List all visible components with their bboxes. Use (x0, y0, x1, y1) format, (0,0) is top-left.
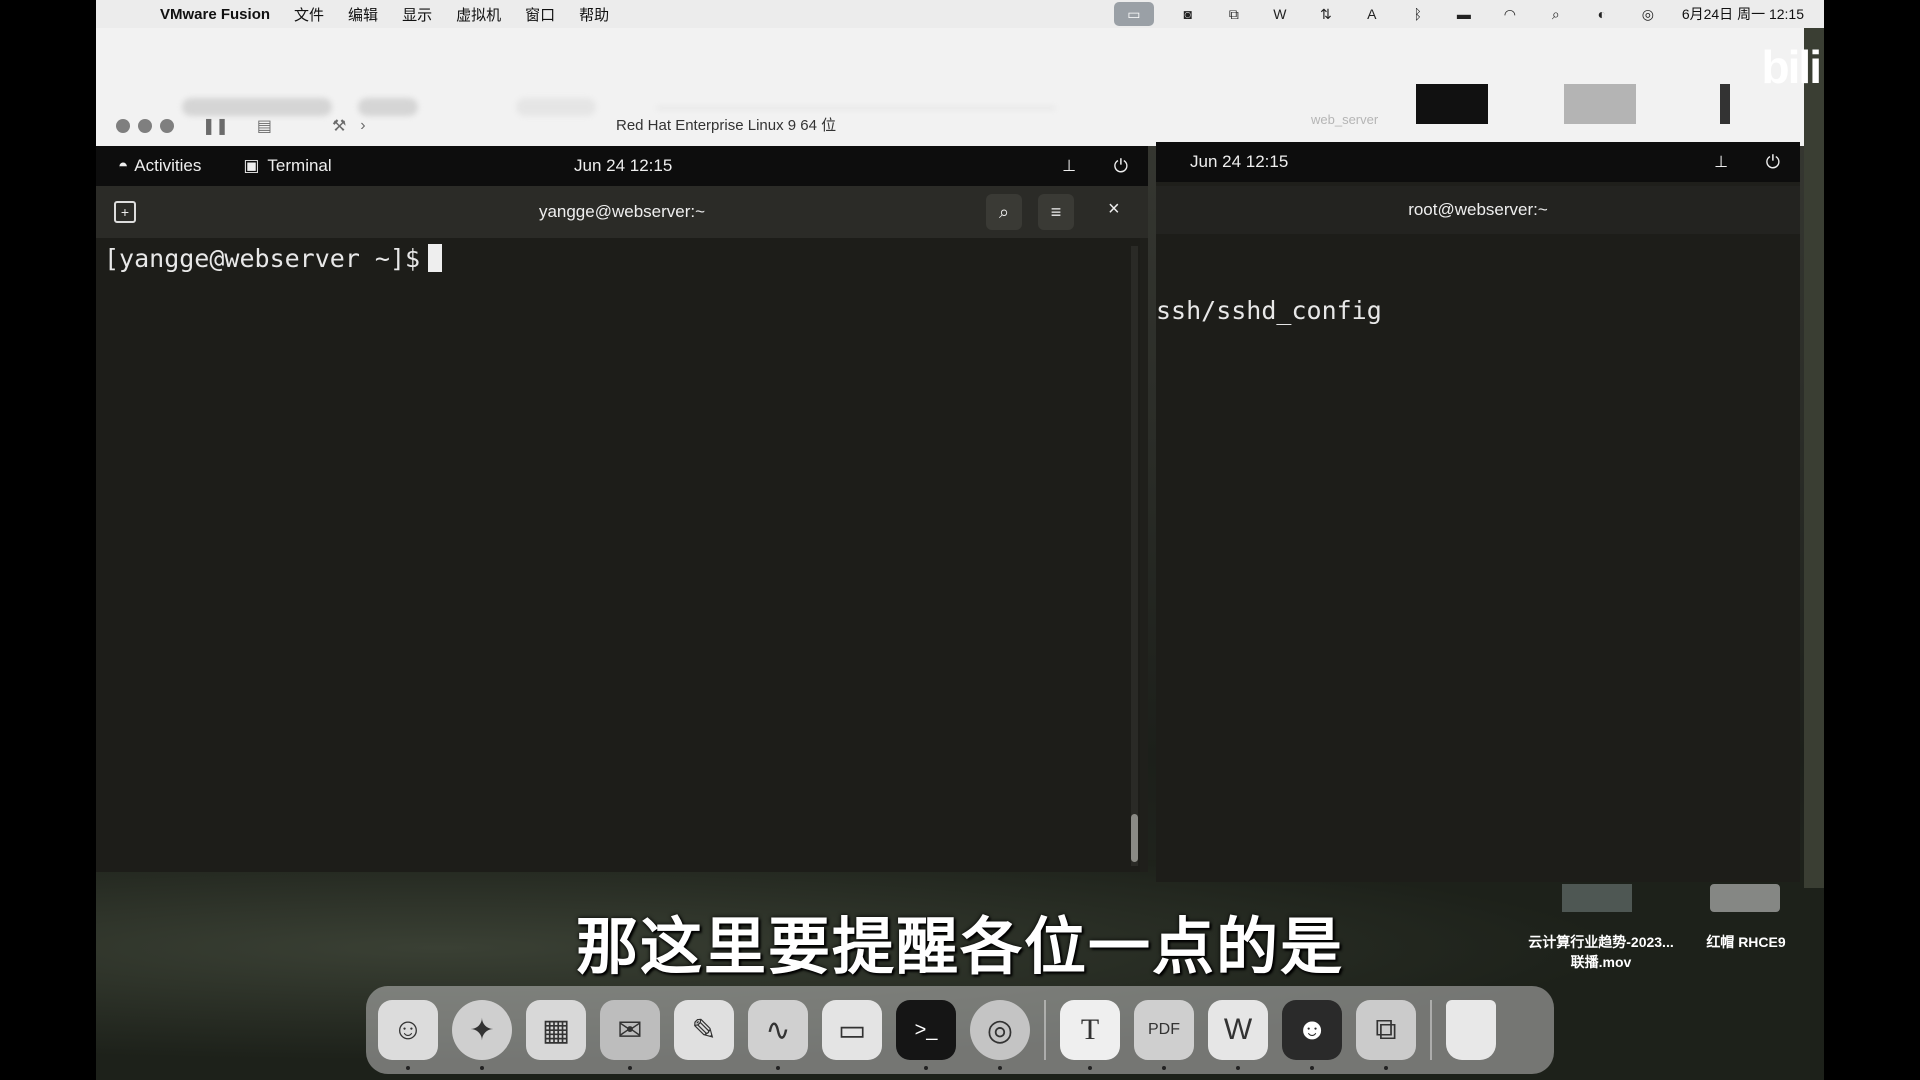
gnome-clock[interactable]: Jun 24 12:15 (574, 156, 672, 176)
vm-window-title: Red Hat Enterprise Linux 9 64 位 (616, 117, 837, 134)
pause-icon[interactable]: ❚❚ (202, 116, 229, 136)
scrollbar-thumb[interactable] (1131, 814, 1138, 862)
terminal-app-icon: ▣ (243, 156, 260, 175)
screen-frame: VMware Fusion 文件 编辑 显示 虚拟机 窗口 帮助 ▭ ◙ ⧉ W… (0, 0, 1920, 1080)
menu-edit[interactable]: 编辑 (348, 4, 378, 25)
app-menu-terminal[interactable]: ▣ Terminal (243, 156, 331, 176)
pen-icon[interactable]: ✎ (674, 1000, 734, 1060)
snapshot-icon[interactable]: ▤ (257, 116, 272, 136)
minimize-window-icon[interactable] (138, 119, 152, 133)
power-icon[interactable]: ⏻ (1766, 152, 1780, 173)
gnome-top-bar-right: Jun 24 12:15 ⊥ ⏻ (1156, 142, 1800, 182)
mac-menubar: VMware Fusion 文件 编辑 显示 虚拟机 窗口 帮助 ▭ ◙ ⧉ W… (96, 0, 1824, 28)
gnome-clock-right[interactable]: Jun 24 12:15 (1190, 152, 1288, 172)
close-icon[interactable]: × (1108, 198, 1120, 221)
menu-vm[interactable]: 虚拟机 (456, 4, 501, 25)
menu-file[interactable]: 文件 (294, 4, 324, 25)
wifi-icon[interactable]: ◠ (1498, 5, 1522, 23)
terminal-body[interactable]: [yangge@webserver ~]$ (96, 238, 1140, 872)
zoom-window-icon[interactable] (160, 119, 174, 133)
left-vm-screen[interactable]: ◓ Activities ▣ Terminal Jun 24 12:15 ⊥ ⏻ +… (96, 146, 1148, 872)
video-subtitle: 那这里要提醒各位一点的是 (575, 913, 1344, 982)
finder-icon[interactable]: ☺ (378, 1000, 438, 1070)
dock-separator (1430, 1000, 1432, 1060)
menu-view[interactable]: 显示 (402, 4, 432, 25)
menubar-clock[interactable]: 6月24日 周一 12:15 (1682, 4, 1804, 24)
close-window-icon[interactable] (116, 119, 130, 133)
terminal-scrollbar[interactable] (1131, 246, 1138, 866)
redhat-icon: ◓ (118, 156, 129, 175)
gnome-top-bar: ◓ Activities ▣ Terminal Jun 24 12:15 ⊥ ⏻ (96, 146, 1148, 186)
window-icon[interactable]: ⧉ (1222, 5, 1246, 23)
shell-prompt: [yangge@webserver ~]$ (104, 244, 421, 273)
settings-wrench-icon[interactable]: ⚒ (332, 116, 346, 136)
app-label: Terminal (267, 156, 332, 175)
chevron-right-icon[interactable]: › (360, 117, 365, 135)
desktop-edge (1804, 28, 1824, 888)
siri-icon[interactable]: ◎ (1636, 5, 1660, 23)
terminal-line: ssh/sshd_config (1156, 296, 1382, 325)
dock-separator (1044, 1000, 1046, 1060)
terminal-body-right[interactable]: ssh/sshd_config (1156, 234, 1800, 882)
camera-icon[interactable]: ◙ (1176, 5, 1200, 23)
vpn-icon[interactable]: ◎ (970, 1000, 1030, 1070)
menu-help[interactable]: 帮助 (579, 4, 609, 25)
mail-icon[interactable]: ✉ (600, 1000, 660, 1070)
activities-label: Activities (134, 156, 202, 175)
vm-second-title: web_server (1311, 112, 1379, 127)
search-icon[interactable]: ⌕ (1544, 5, 1568, 23)
mac-desktop: VMware Fusion 文件 编辑 显示 虚拟机 窗口 帮助 ▭ ◙ ⧉ W… (96, 0, 1824, 1080)
pdf-icon[interactable]: PDF (1134, 1000, 1194, 1070)
app-menu[interactable]: VMware Fusion (160, 6, 270, 23)
wps-icon[interactable]: W (1208, 1000, 1268, 1070)
network-icon[interactable]: ⊥ (1714, 152, 1728, 172)
network-icon[interactable]: ⊥ (1062, 156, 1076, 176)
power-icon[interactable]: ⏻ (1114, 156, 1128, 177)
signature-icon[interactable]: ∿ (748, 1000, 808, 1070)
vmware-toolbar: ❚❚ ▤ ⚒ › (96, 108, 1804, 144)
hamburger-menu-icon[interactable]: ≡ (1038, 194, 1074, 230)
sync-icon[interactable]: ⇅ (1314, 5, 1338, 23)
wps-status-icon[interactable]: W (1268, 5, 1292, 23)
trash-icon[interactable] (1446, 1000, 1496, 1060)
text-cursor (428, 244, 443, 272)
bilibili-watermark: bili (1761, 41, 1822, 93)
folder-icon[interactable]: ▭ (822, 1000, 882, 1060)
mac-dock: ☺ ✦ ▦ ✉ ✎ ∿ ▭ >_ ◎ T PDF W ☻ ⧉ (366, 986, 1554, 1074)
right-vm-screen[interactable]: Jun 24 12:15 ⊥ ⏻ root@webserver:~ ssh/ss… (1156, 142, 1800, 882)
input-method-icon[interactable]: A (1360, 5, 1384, 23)
terminal-headerbar: + yangge@webserver:~ ⌕ ≡ × (96, 186, 1148, 238)
terminal-title-right: root@webserver:~ (1156, 186, 1800, 234)
menu-window[interactable]: 窗口 (525, 4, 555, 25)
control-center-icon[interactable]: ◐ (1590, 5, 1614, 23)
vmware-icon[interactable]: ⧉ (1356, 1000, 1416, 1070)
screen-share-icon[interactable]: ▭ (1113, 2, 1154, 26)
typora-icon[interactable]: T (1060, 1000, 1120, 1070)
chat-icon[interactable]: ☻ (1282, 1000, 1342, 1070)
launchpad-icon[interactable]: ▦ (526, 1000, 586, 1060)
bluetooth-icon[interactable]: ᛒ (1406, 5, 1430, 23)
safari-icon[interactable]: ✦ (452, 1000, 512, 1070)
activities-button[interactable]: ◓ Activities (118, 156, 201, 176)
terminal-icon[interactable]: >_ (896, 1000, 956, 1070)
search-button[interactable]: ⌕ (986, 194, 1022, 230)
status-area: ▭ ◙ ⧉ W ⇅ A ᛒ ▬ ◠ ⌕ ◐ ◎ 6月24日 周一 12:15 (1113, 0, 1804, 28)
battery-icon[interactable]: ▬ (1452, 5, 1476, 23)
